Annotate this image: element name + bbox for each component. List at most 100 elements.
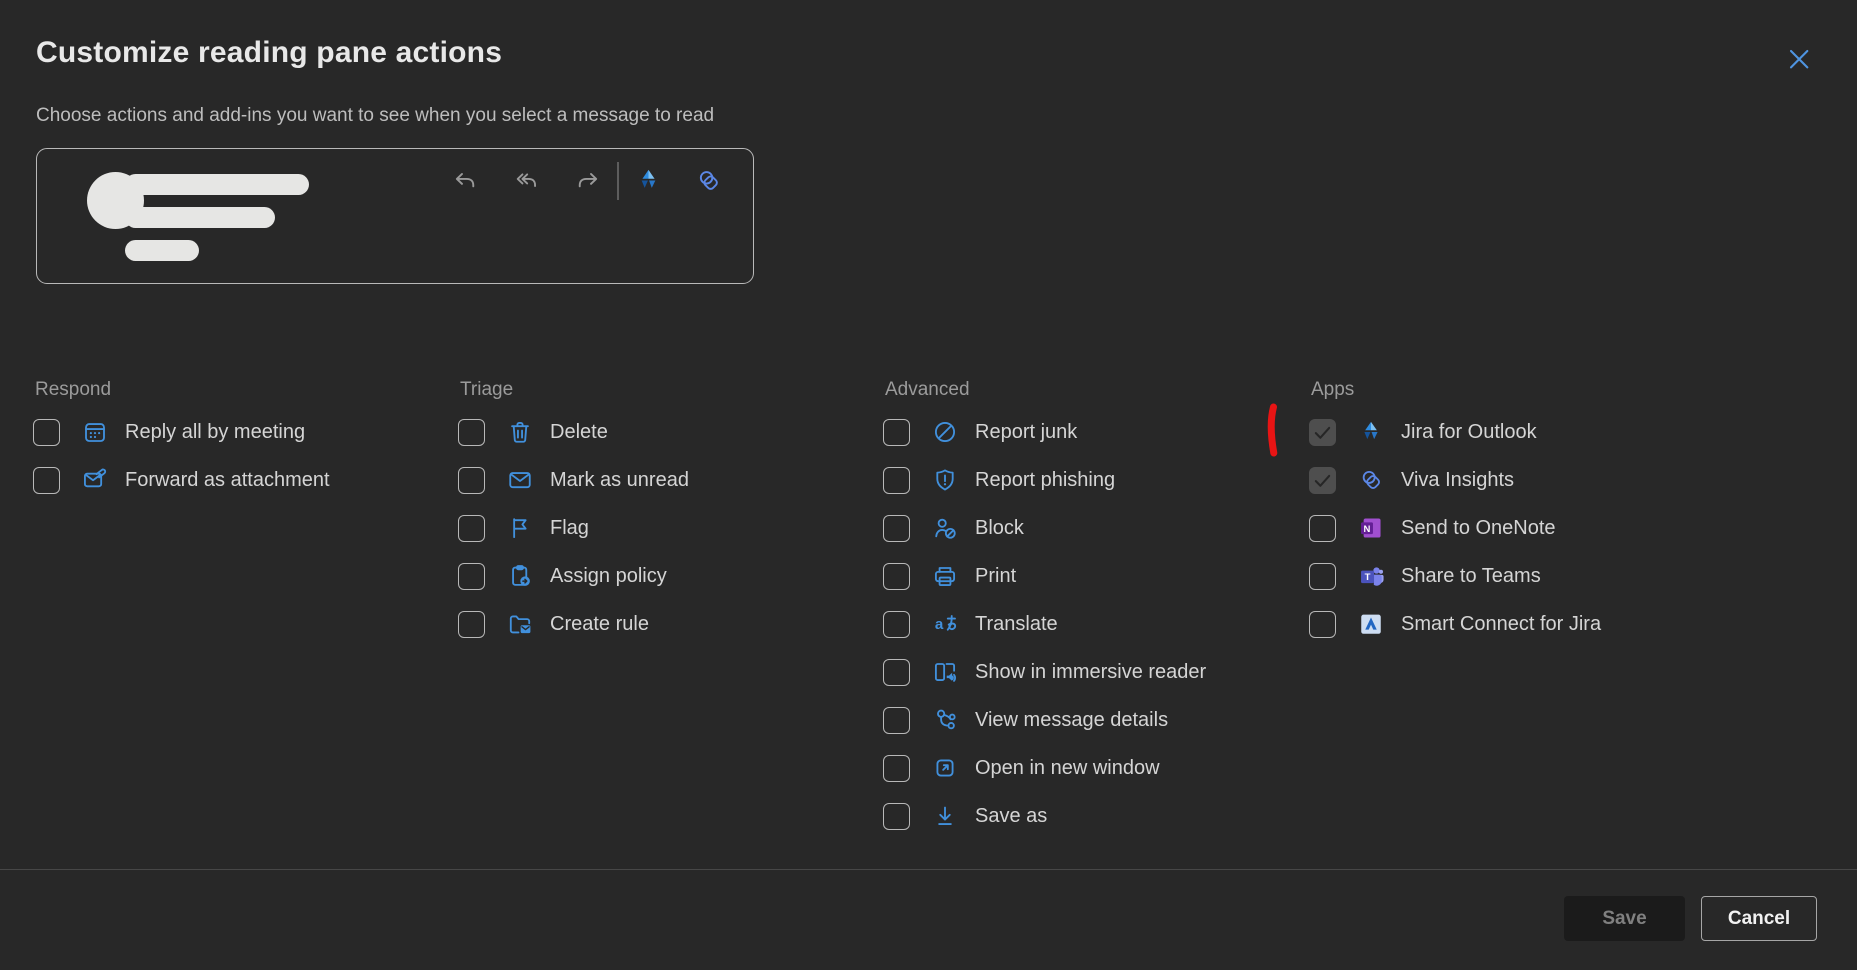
action-row-report-phishing: Report phishing xyxy=(883,456,1206,504)
onenote-logo-icon: N xyxy=(1358,515,1384,541)
trash-icon xyxy=(507,419,533,445)
section-apps: Jira for OutlookViva InsightsNSend to On… xyxy=(1309,408,1601,648)
action-label-flag: Flag xyxy=(550,517,589,540)
red-pen-annotation xyxy=(1264,403,1282,457)
action-label-mark-as-unread: Mark as unread xyxy=(550,469,689,492)
smart-connect-jira-logo-icon xyxy=(1358,611,1384,637)
checkbox-delete[interactable] xyxy=(458,419,485,446)
jira-logo-icon xyxy=(1358,419,1384,445)
text-placeholder-bar xyxy=(125,240,199,261)
action-label-reply-all-by-meeting: Reply all by meeting xyxy=(125,421,305,444)
action-label-create-rule: Create rule xyxy=(550,613,649,636)
checkbox-flag[interactable] xyxy=(458,515,485,542)
checkbox-report-junk[interactable] xyxy=(883,419,910,446)
unread-envelope-icon xyxy=(507,467,533,493)
action-label-translate: Translate xyxy=(975,613,1058,636)
checkbox-viva-insights xyxy=(1309,467,1336,494)
action-row-delete: Delete xyxy=(458,408,689,456)
checkbox-reply-all-by-meeting[interactable] xyxy=(33,419,60,446)
block-icon xyxy=(932,515,958,541)
action-label-forward-as-attachment: Forward as attachment xyxy=(125,469,330,492)
checkbox-block[interactable] xyxy=(883,515,910,542)
dialog-title: Customize reading pane actions xyxy=(36,36,502,70)
jira-logo-icon xyxy=(635,167,662,194)
cancel-button[interactable]: Cancel xyxy=(1701,896,1817,941)
dialog-subtitle: Choose actions and add-ins you want to s… xyxy=(36,105,714,127)
reply-arrow-icon xyxy=(451,167,478,194)
checkbox-assign-policy[interactable] xyxy=(458,563,485,590)
action-row-share-to-teams: TShare to Teams xyxy=(1309,552,1601,600)
action-label-smart-connect-for-jira: Smart Connect for Jira xyxy=(1401,613,1601,636)
report-phishing-icon xyxy=(932,467,958,493)
section-header-triage: Triage xyxy=(460,379,513,401)
forward-arrow-icon xyxy=(575,167,602,194)
action-label-viva-insights: Viva Insights xyxy=(1401,469,1514,492)
checkbox-print[interactable] xyxy=(883,563,910,590)
action-row-view-message-details: View message details xyxy=(883,696,1206,744)
action-row-create-rule: Create rule xyxy=(458,600,689,648)
section-triage: Delete Mark as unread Flag Assign policy Cre… xyxy=(458,408,689,648)
checkbox-translate[interactable] xyxy=(883,611,910,638)
attach-forward-icon xyxy=(82,467,108,493)
checkbox-save-as[interactable] xyxy=(883,803,910,830)
action-label-view-message-details: View message details xyxy=(975,709,1168,732)
checkbox-show-in-immersive-reader[interactable] xyxy=(883,659,910,686)
text-placeholder-bar xyxy=(125,207,275,228)
action-row-translate: a Translate xyxy=(883,600,1206,648)
viva-insights-logo-icon xyxy=(1358,467,1384,493)
toolbar-divider xyxy=(617,162,619,200)
checkbox-report-phishing[interactable] xyxy=(883,467,910,494)
action-label-block: Block xyxy=(975,517,1024,540)
section-header-apps: Apps xyxy=(1311,379,1354,401)
teams-logo-icon: T xyxy=(1358,563,1384,589)
action-label-save-as: Save as xyxy=(975,805,1047,828)
checkbox-open-in-new-window[interactable] xyxy=(883,755,910,782)
meeting-reply-icon xyxy=(82,419,108,445)
action-row-reply-all-by-meeting: Reply all by meeting xyxy=(33,408,330,456)
checkbox-view-message-details[interactable] xyxy=(883,707,910,734)
checkbox-send-to-onenote[interactable] xyxy=(1309,515,1336,542)
footer-divider xyxy=(0,869,1857,870)
action-row-show-in-immersive-reader: Show in immersive reader xyxy=(883,648,1206,696)
action-row-report-junk: Report junk xyxy=(883,408,1206,456)
save-as-icon xyxy=(932,803,958,829)
section-advanced: Report junk Report phishing Block Printa Tra… xyxy=(883,408,1206,840)
action-row-smart-connect-for-jira: Smart Connect for Jira xyxy=(1309,600,1601,648)
checkbox-mark-as-unread[interactable] xyxy=(458,467,485,494)
section-header-advanced: Advanced xyxy=(885,379,970,401)
action-row-flag: Flag xyxy=(458,504,689,552)
open-new-window-icon xyxy=(932,755,958,781)
action-label-report-phishing: Report phishing xyxy=(975,469,1115,492)
section-header-respond: Respond xyxy=(35,379,111,401)
checkbox-smart-connect-for-jira[interactable] xyxy=(1309,611,1336,638)
section-respond: Reply all by meeting Forward as attachmen… xyxy=(33,408,330,504)
checkbox-share-to-teams[interactable] xyxy=(1309,563,1336,590)
viva-insights-logo-icon xyxy=(695,167,722,194)
action-row-save-as: Save as xyxy=(883,792,1206,840)
save-button: Save xyxy=(1564,896,1685,941)
action-label-show-in-immersive-reader: Show in immersive reader xyxy=(975,661,1206,684)
checkbox-forward-as-attachment[interactable] xyxy=(33,467,60,494)
assign-policy-icon xyxy=(507,563,533,589)
svg-text:T: T xyxy=(1365,572,1371,583)
action-row-mark-as-unread: Mark as unread xyxy=(458,456,689,504)
close-button[interactable] xyxy=(1780,40,1816,76)
checkbox-create-rule[interactable] xyxy=(458,611,485,638)
action-row-print: Print xyxy=(883,552,1206,600)
action-row-assign-policy: Assign policy xyxy=(458,552,689,600)
action-label-open-in-new-window: Open in new window xyxy=(975,757,1160,780)
text-placeholder-bar xyxy=(125,174,309,195)
create-rule-icon xyxy=(507,611,533,637)
action-label-print: Print xyxy=(975,565,1016,588)
action-row-viva-insights: Viva Insights xyxy=(1309,456,1601,504)
message-details-icon xyxy=(932,707,958,733)
translate-icon: a xyxy=(932,611,958,637)
action-row-open-in-new-window: Open in new window xyxy=(883,744,1206,792)
action-row-jira-for-outlook: Jira for Outlook xyxy=(1309,408,1601,456)
action-label-jira-for-outlook: Jira for Outlook xyxy=(1401,421,1537,444)
svg-text:N: N xyxy=(1364,524,1371,535)
checkbox-jira-for-outlook xyxy=(1309,419,1336,446)
reading-pane-preview-card xyxy=(36,148,754,284)
action-label-assign-policy: Assign policy xyxy=(550,565,667,588)
print-icon xyxy=(932,563,958,589)
